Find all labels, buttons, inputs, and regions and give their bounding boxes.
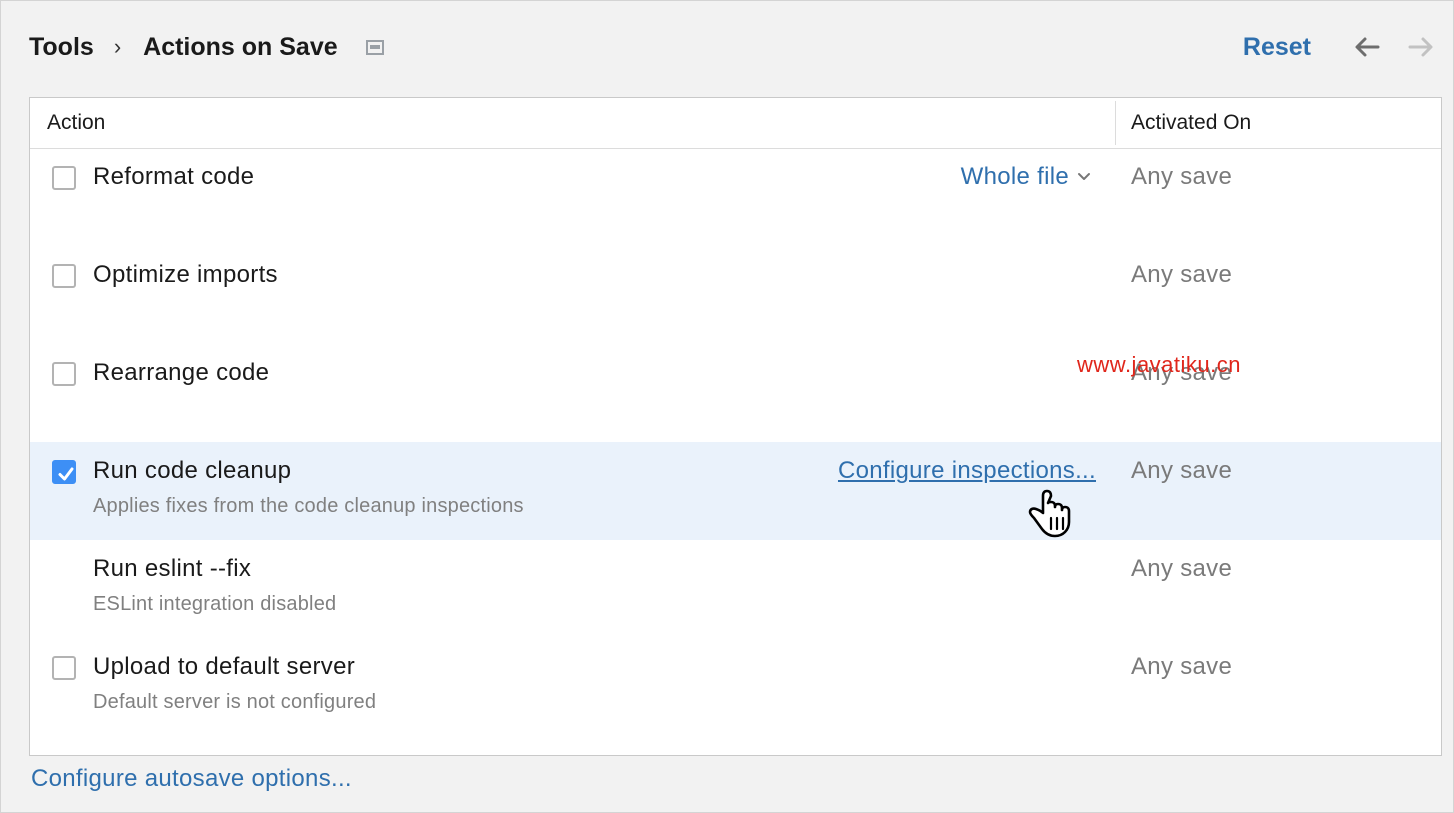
arrow-left-icon[interactable] (1351, 31, 1383, 63)
upload-to-default-server-checkbox[interactable] (52, 656, 76, 680)
rearrange-code-checkbox[interactable] (52, 362, 76, 386)
row-title: Reformat code (93, 163, 255, 190)
row-title: Optimize imports (93, 261, 278, 288)
table-row-upload-to-default-server[interactable]: Upload to default server Default server … (30, 638, 1441, 736)
settings-page: Tools › Actions on Save Reset Action Act… (0, 0, 1454, 813)
table-header: Action Activated On (30, 98, 1441, 149)
scope-dropdown-label: Whole file (960, 163, 1069, 190)
breadcrumb-separator: › (113, 34, 122, 59)
activated-on-value[interactable]: Any save (1131, 555, 1232, 583)
table-row-run-code-cleanup[interactable]: Run code cleanup Applies fixes from the … (30, 442, 1441, 540)
run-code-cleanup-checkbox[interactable] (52, 460, 76, 484)
configure-inspections-link[interactable]: Configure inspections... (838, 457, 1096, 485)
row-title: Rearrange code (93, 359, 270, 386)
activated-on-value[interactable]: Any save (1131, 163, 1232, 191)
breadcrumb-parent[interactable]: Tools (29, 33, 94, 62)
arrow-right-icon[interactable] (1405, 31, 1437, 63)
row-description: ESLint integration disabled (93, 593, 337, 615)
breadcrumb: Tools › Actions on Save (29, 27, 384, 67)
page-title: Actions on Save (143, 32, 338, 61)
configure-autosave-options-link[interactable]: Configure autosave options... (31, 765, 352, 793)
scope-dropdown[interactable]: Whole file (961, 163, 1091, 191)
row-description: Default server is not configured (93, 691, 377, 713)
column-header-action[interactable]: Action (47, 98, 105, 148)
chevron-down-icon (1078, 173, 1090, 180)
activated-on-value[interactable]: Any save (1131, 457, 1232, 485)
row-title: Upload to default server (93, 653, 356, 680)
row-title: Run eslint --fix (93, 555, 252, 582)
table-row-optimize-imports[interactable]: Optimize imports Any save (30, 246, 1441, 344)
table-row-run-eslint-fix[interactable]: Run eslint --fix ESLint integration disa… (30, 540, 1441, 638)
row-title: Run code cleanup (93, 457, 292, 484)
actions-table: Action Activated On Reformat code Whole … (29, 97, 1442, 756)
reset-button[interactable]: Reset (1243, 27, 1311, 67)
row-description: Applies fixes from the code cleanup insp… (93, 495, 524, 517)
checkmark-icon (58, 467, 74, 481)
table-row-reformat-code[interactable]: Reformat code Whole file Any save (30, 148, 1441, 246)
column-header-activated-on[interactable]: Activated On (1131, 98, 1251, 148)
reformat-code-checkbox[interactable] (52, 166, 76, 190)
settings-page-icon (365, 39, 384, 55)
activated-on-value[interactable]: Any save (1131, 653, 1232, 681)
optimize-imports-checkbox[interactable] (52, 264, 76, 288)
activated-on-value[interactable]: Any save (1131, 261, 1232, 289)
table-row-rearrange-code[interactable]: Rearrange code Any save (30, 344, 1441, 442)
column-divider[interactable] (1115, 101, 1116, 145)
activated-on-value[interactable]: Any save (1131, 359, 1232, 387)
